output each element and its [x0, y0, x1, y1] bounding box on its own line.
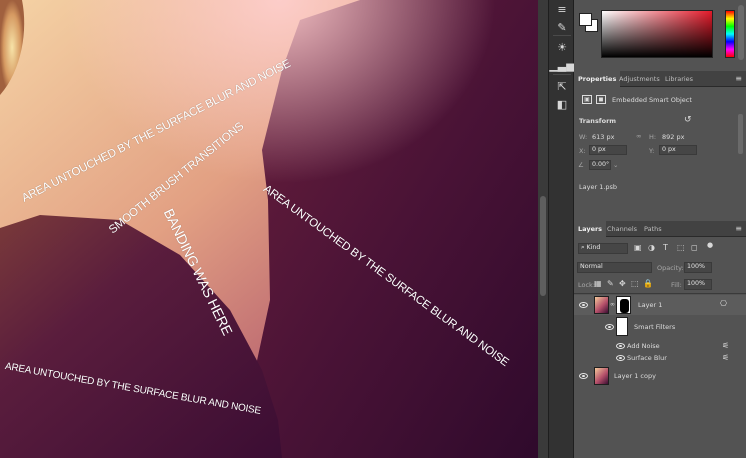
- layer-row[interactable]: ∞ Layer 1 ⎔: [574, 295, 746, 315]
- color-panel-scrollbar[interactable]: [738, 5, 744, 60]
- height-label: H:: [649, 133, 657, 141]
- blending-options-icon[interactable]: ⚟: [722, 353, 729, 362]
- lock-pixels-icon[interactable]: ✎: [607, 279, 614, 288]
- sun-icon[interactable]: ☀: [552, 38, 572, 56]
- filter-kind-value: Kind: [586, 244, 601, 251]
- lock-position-icon[interactable]: ✥: [619, 279, 626, 288]
- filter-name[interactable]: Surface Blur: [627, 354, 667, 362]
- lock-artboard-icon[interactable]: ⬚: [631, 279, 639, 288]
- link-icon[interactable]: ∞: [636, 132, 641, 140]
- divider: [574, 293, 746, 294]
- hue-slider[interactable]: [725, 10, 735, 58]
- eye-icon[interactable]: [579, 302, 588, 308]
- document-canvas[interactable]: AREA UNTOUCHED BY THE SURFACE BLUR AND N…: [0, 0, 538, 458]
- eye-icon[interactable]: [616, 355, 625, 361]
- tab-properties[interactable]: Properties: [574, 71, 621, 87]
- smart-filter-mask-thumbnail: [616, 317, 628, 336]
- lock-all-icon[interactable]: 🔒: [643, 279, 653, 288]
- navigator-icon[interactable]: ⇱: [552, 77, 572, 95]
- angle-field[interactable]: 0.00°: [589, 160, 611, 170]
- color-field[interactable]: [601, 10, 713, 58]
- pencil-icon[interactable]: ✎: [552, 18, 572, 36]
- foreground-color-swatch[interactable]: [579, 13, 592, 26]
- adjustment-filter-icon[interactable]: ◑: [648, 243, 655, 252]
- panel-menu-icon[interactable]: ≡: [735, 224, 742, 233]
- x-field[interactable]: 0 px: [589, 145, 627, 155]
- filter-name[interactable]: Add Noise: [627, 342, 660, 350]
- layer-name[interactable]: Layer 1: [638, 301, 662, 309]
- layer-thumbnail: [594, 367, 609, 385]
- smart-filters-row[interactable]: Smart Filters: [574, 317, 746, 337]
- lines-icon[interactable]: ≡: [552, 0, 572, 18]
- layers-panel: ⌕ Kind ▣ ◑ T ⬚ ◻ ● Normal Opacity: 100% …: [574, 238, 746, 458]
- layer-row[interactable]: Layer 1 copy: [574, 366, 746, 386]
- eye-icon[interactable]: [616, 343, 625, 349]
- divider: [553, 35, 571, 36]
- panel-menu-icon[interactable]: ≡: [735, 74, 742, 83]
- properties-panel: ▣ ◼ Embedded Smart Object Transform ↺ W:…: [574, 88, 746, 218]
- type-filter-icon[interactable]: T: [663, 243, 668, 252]
- properties-icon[interactable]: ◧: [552, 95, 572, 113]
- blend-mode-select[interactable]: Normal: [577, 262, 652, 273]
- filter-toggle-icon[interactable]: ●: [707, 241, 713, 249]
- width-label: W:: [579, 133, 588, 141]
- layer-name[interactable]: Layer 1 copy: [614, 372, 656, 380]
- lock-transparent-icon[interactable]: ▦: [594, 279, 602, 288]
- panel-icon-strip: ≡ ✎ ☀ ▁▃▅ ⇱ ◧: [548, 0, 575, 458]
- filter-kind-select[interactable]: ⌕ Kind: [578, 243, 628, 254]
- opacity-label: Opacity:: [657, 264, 684, 272]
- smart-object-filter-icon[interactable]: ◻: [691, 243, 698, 252]
- right-panels: Properties Adjustments Libraries ≡ ▣ ◼ E…: [574, 0, 746, 458]
- tab-layers[interactable]: Layers: [574, 221, 607, 237]
- filter-row[interactable]: Surface Blur ⚟: [574, 351, 746, 363]
- histogram-icon[interactable]: ▁▃▅: [549, 56, 574, 74]
- color-panel: [574, 0, 746, 70]
- reset-transform-icon[interactable]: ↺: [684, 115, 692, 125]
- tab-adjustments[interactable]: Adjustments: [615, 71, 664, 87]
- fill-field[interactable]: 100%: [684, 279, 712, 290]
- pixel-filter-icon[interactable]: ▣: [634, 243, 642, 252]
- tab-channels[interactable]: Channels: [603, 221, 641, 237]
- divider: [553, 74, 571, 75]
- smart-filters-label: Smart Filters: [634, 323, 676, 331]
- lock-label: Lock:: [578, 281, 596, 289]
- eye-icon[interactable]: [579, 373, 588, 379]
- x-label: X:: [579, 147, 586, 155]
- layers-tabbar: Layers Channels Paths ≡: [574, 221, 746, 237]
- width-value[interactable]: 613 px: [592, 133, 614, 141]
- fill-label: Fill:: [671, 281, 682, 289]
- opacity-field[interactable]: 100%: [684, 262, 712, 273]
- layer-thumbnail: [594, 296, 609, 314]
- scrollbar-thumb[interactable]: [540, 196, 546, 296]
- y-label: Y:: [649, 147, 655, 155]
- layer-mask-thumbnail: [616, 296, 631, 314]
- filter-row[interactable]: Add Noise ⚟: [574, 339, 746, 351]
- shape-filter-icon[interactable]: ⬚: [677, 243, 685, 252]
- object-type-label: Embedded Smart Object: [612, 96, 692, 104]
- smart-filters-indicator-icon: ⎔: [720, 299, 727, 308]
- properties-scrollbar[interactable]: [738, 114, 743, 154]
- blending-options-icon[interactable]: ⚟: [722, 341, 729, 350]
- angle-icon: ∠: [578, 161, 584, 169]
- transform-heading: Transform: [579, 117, 617, 125]
- eye-icon[interactable]: [605, 324, 614, 330]
- photoshop-window: AREA UNTOUCHED BY THE SURFACE BLUR AND N…: [0, 0, 746, 458]
- tab-libraries[interactable]: Libraries: [661, 71, 697, 87]
- chevron-down-icon[interactable]: ⌄: [613, 161, 618, 169]
- height-value[interactable]: 892 px: [662, 133, 684, 141]
- smart-object-icon: ▣: [582, 95, 592, 104]
- tab-paths[interactable]: Paths: [640, 221, 666, 237]
- properties-tabbar: Properties Adjustments Libraries ≡: [574, 71, 746, 87]
- layer-mask-icon[interactable]: ◼: [596, 95, 606, 104]
- canvas-scrollbar[interactable]: [538, 0, 548, 458]
- y-field[interactable]: 0 px: [659, 145, 697, 155]
- filename-label: Layer 1.psb: [579, 183, 618, 191]
- chain-icon[interactable]: ∞: [610, 301, 615, 308]
